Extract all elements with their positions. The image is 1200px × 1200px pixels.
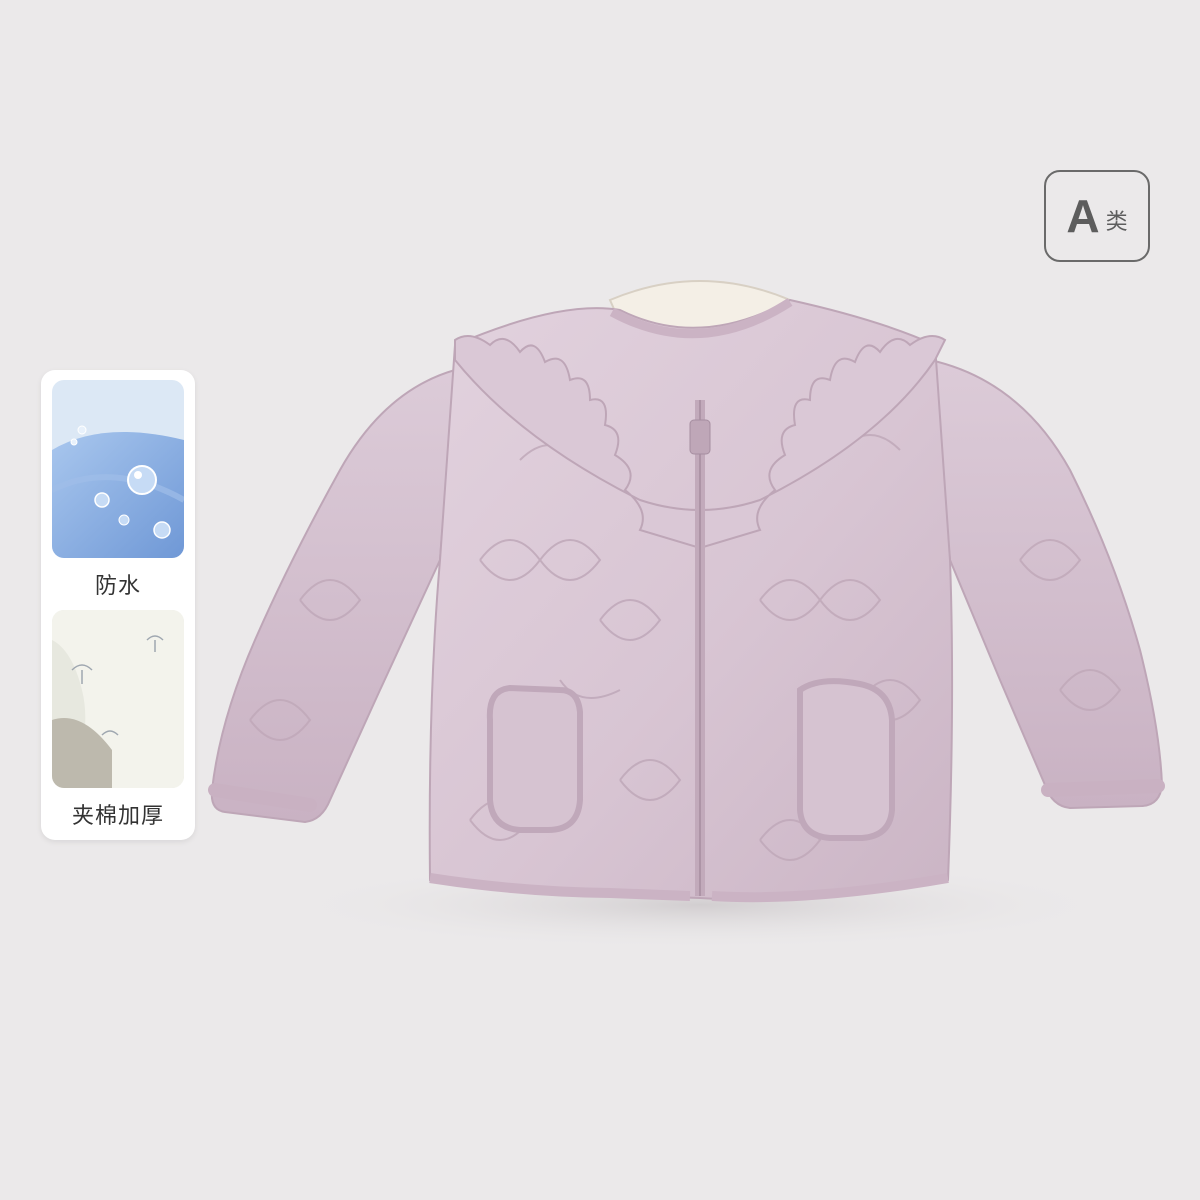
feature-padded: 夹棉加厚 <box>52 610 184 830</box>
water-droplets-image <box>52 380 184 558</box>
quilted-lining-image <box>52 610 184 788</box>
right-cuff <box>1041 779 1165 797</box>
feature-label-padded: 夹棉加厚 <box>71 804 164 829</box>
left-pocket <box>486 684 583 833</box>
feature-label-waterproof: 防水 <box>94 574 141 599</box>
feature-waterproof: 防水 <box>52 380 184 600</box>
right-sleeve <box>928 358 1164 810</box>
badge-suffix: 类 <box>1105 210 1128 235</box>
badge-letter: A <box>1066 190 1100 242</box>
left-sleeve <box>210 368 457 824</box>
class-a-badge: A 类 <box>1044 170 1150 262</box>
right-pocket <box>797 678 895 841</box>
jacket: davebella <box>208 280 1165 903</box>
zipper-pull <box>689 419 711 455</box>
feature-panel: 防水 夹棉加厚 <box>41 370 195 840</box>
